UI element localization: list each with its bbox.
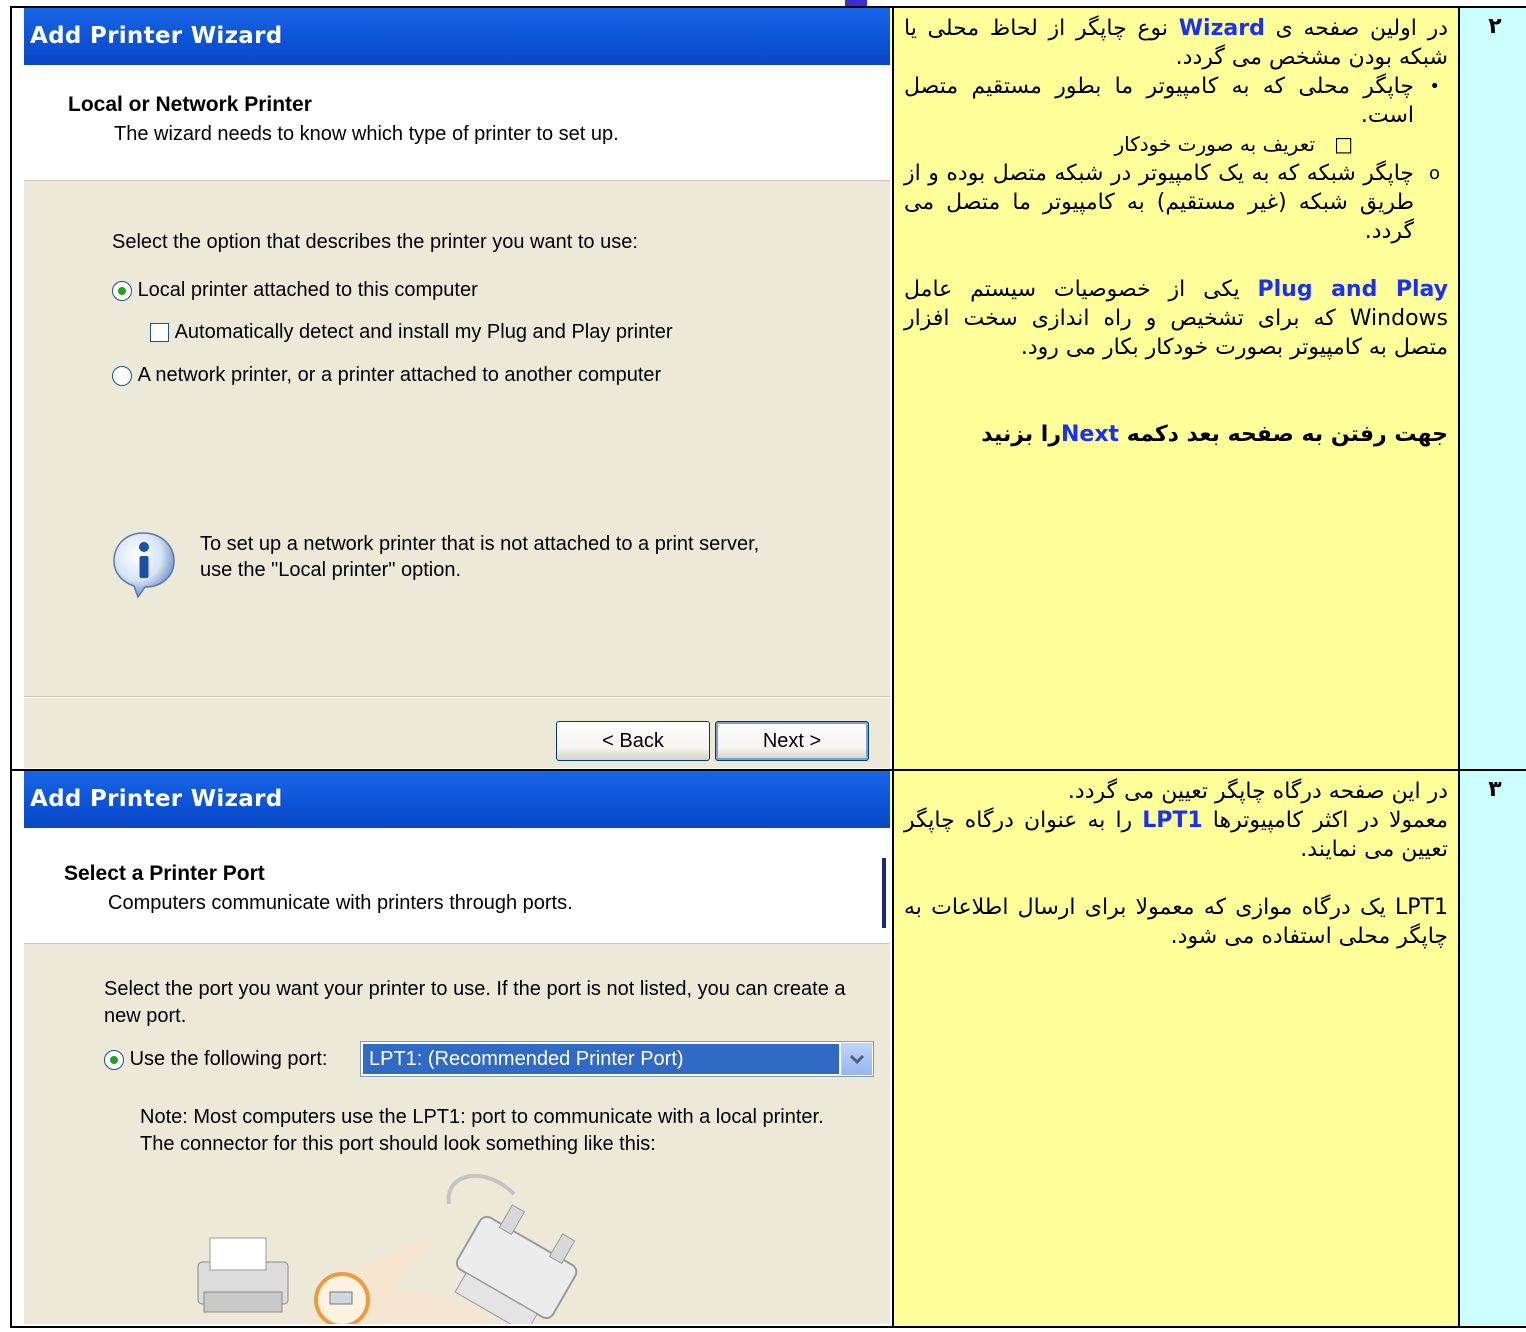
text-run: چاپگر محلی که به کامپیوتر ما بطور مستقیم… <box>904 74 1414 128</box>
step-number: ۲ <box>1488 14 1502 39</box>
table-row: Add Printer Wizard Select a Printer Port… <box>10 769 1526 1328</box>
description-text: در اولین صفحه ی Wizard نوع چاپگر از لحاظ… <box>894 8 1458 449</box>
wizard-window-printer-port: Add Printer Wizard Select a Printer Port… <box>24 771 890 1324</box>
use-port-label: Use the following port: <box>129 1048 328 1071</box>
text-run: تعریف به صورت خودکار <box>1114 132 1316 156</box>
wizard-body: Select the port you want your printer to… <box>24 944 890 1324</box>
option-autodetect[interactable]: Automatically detect and install my Plug… <box>150 321 673 344</box>
highlight-term: LPT1 <box>1142 808 1203 833</box>
back-button[interactable]: < Back <box>556 721 710 761</box>
circle-bullet-icon: o <box>1428 163 1440 184</box>
note-line: Note: Most computers use the LPT1: port … <box>140 1106 824 1128</box>
prompt-line: Select the port you want your printer to… <box>104 978 846 1000</box>
description-cell: در این صفحه درگاه چاپگر تعیین می گردد. م… <box>892 769 1460 1328</box>
info-text-line: use the "Local printer" option. <box>200 559 462 581</box>
highlight-term: Wizard <box>1178 16 1265 41</box>
sub-bullet-item: □ تعریف به صورت خودکار <box>904 130 1448 159</box>
wizard-title-bar: Add Printer Wizard <box>24 8 890 65</box>
screenshot-cell: Add Printer Wizard Local or Network Prin… <box>10 6 894 771</box>
highlight-term: Next <box>1061 422 1120 447</box>
description-text: در این صفحه درگاه چاپگر تعیین می گردد. م… <box>894 771 1458 951</box>
radio-unselected-icon[interactable] <box>112 365 132 386</box>
footer-separator <box>24 696 890 698</box>
step-number: ۳ <box>1488 777 1502 802</box>
bullet-icon: • <box>1429 76 1440 97</box>
square-bullet-icon: □ <box>1334 132 1353 156</box>
info-text-line: To set up a network printer that is not … <box>200 533 760 555</box>
paragraph: معمولا در اکثر کامپیوترها LPT1 را به عنو… <box>904 806 1448 864</box>
radio-selected-icon[interactable] <box>112 280 132 301</box>
paragraph: جهت رفتن به صفحه بعد دکمه Nextرا بزنید <box>904 420 1448 449</box>
next-button[interactable]: Next > <box>715 721 869 761</box>
wizard-header: Local or Network Printer The wizard need… <box>24 65 890 181</box>
text-run: در اولین صفحه ی <box>1264 16 1448 41</box>
wizard-header-title: Local or Network Printer <box>68 93 312 116</box>
paragraph: Plug and Play یکی از خصوصیات سیستم عامل … <box>904 275 1448 362</box>
wizard-prompt: Select the port you want your printer to… <box>104 976 846 1030</box>
highlight-term: Plug and Play <box>1257 277 1449 302</box>
paragraph: در اولین صفحه ی Wizard نوع چاپگر از لحاظ… <box>904 14 1448 72</box>
info-text: To set up a network printer that is not … <box>200 531 759 583</box>
screenshot-cell: Add Printer Wizard Select a Printer Port… <box>10 769 894 1328</box>
table-row: Add Printer Wizard Local or Network Prin… <box>10 6 1526 771</box>
option-local-label: Local printer attached to this computer <box>137 279 478 302</box>
description-cell: در اولین صفحه ی Wizard نوع چاپگر از لحاظ… <box>892 6 1460 771</box>
wizard-body: Select the option that describes the pri… <box>24 181 890 768</box>
port-select[interactable]: LPT1: (Recommended Printer Port) <box>360 1041 874 1077</box>
wizard-header: Select a Printer Port Computers communic… <box>24 828 890 944</box>
instruction-table: Add Printer Wizard Local or Network Prin… <box>10 6 1526 1328</box>
wizard-header-title: Select a Printer Port <box>64 862 265 885</box>
radio-selected-icon[interactable] <box>104 1049 124 1070</box>
bullet-item: • چاپگر محلی که به کامپیوتر ما بطور مستقی… <box>904 72 1448 130</box>
note-line: The connector for this port should look … <box>140 1133 656 1155</box>
port-selected-value: LPT1: (Recommended Printer Port) <box>363 1044 839 1074</box>
prompt-line: new port. <box>104 1005 187 1027</box>
paragraph: در این صفحه درگاه چاپگر تعیین می گردد. <box>1067 779 1448 804</box>
checkbox-icon[interactable] <box>150 323 169 343</box>
option-network-label: A network printer, or a printer attached… <box>137 364 662 387</box>
wizard-header-subtitle: The wizard needs to know which type of p… <box>114 123 619 145</box>
step-number-cell: ۳ <box>1458 769 1526 1328</box>
text-run: معمولا در اکثر کامپیوترها <box>1202 808 1448 833</box>
option-network-printer[interactable]: A network printer, or a printer attached… <box>112 364 661 387</box>
header-edge-mark <box>882 858 886 928</box>
wizard-title-bar: Add Printer Wizard <box>24 771 890 828</box>
wizard-header-subtitle: Computers communicate with printers thro… <box>108 892 573 914</box>
printer-port-illustration <box>197 1174 578 1324</box>
printer-icon <box>197 1237 289 1313</box>
dropdown-arrow-icon[interactable] <box>841 1043 872 1075</box>
text-run: چاپگر شبکه که به یک کامپیوتر در شبکه متص… <box>904 161 1414 244</box>
text-run: جهت رفتن به صفحه بعد دکمه <box>1119 422 1448 447</box>
wizard-prompt: Select the option that describes the pri… <box>112 231 638 253</box>
port-note: Note: Most computers use the LPT1: port … <box>140 1104 824 1158</box>
text-run: را بزنید <box>981 422 1062 447</box>
info-icon <box>113 532 175 599</box>
option-use-port[interactable]: Use the following port: <box>104 1048 327 1071</box>
option-local-printer[interactable]: Local printer attached to this computer <box>112 279 478 302</box>
option-autodetect-label: Automatically detect and install my Plug… <box>174 321 673 344</box>
step-number-cell: ۲ <box>1458 6 1526 771</box>
paragraph: LPT1 یک درگاه موازی که معمولا برای ارسال… <box>904 895 1448 949</box>
wizard-window-local-or-network: Add Printer Wizard Local or Network Prin… <box>24 8 890 768</box>
bullet-item: o چاپگر شبکه که به یک کامپیوتر در شبکه مت… <box>904 159 1448 246</box>
